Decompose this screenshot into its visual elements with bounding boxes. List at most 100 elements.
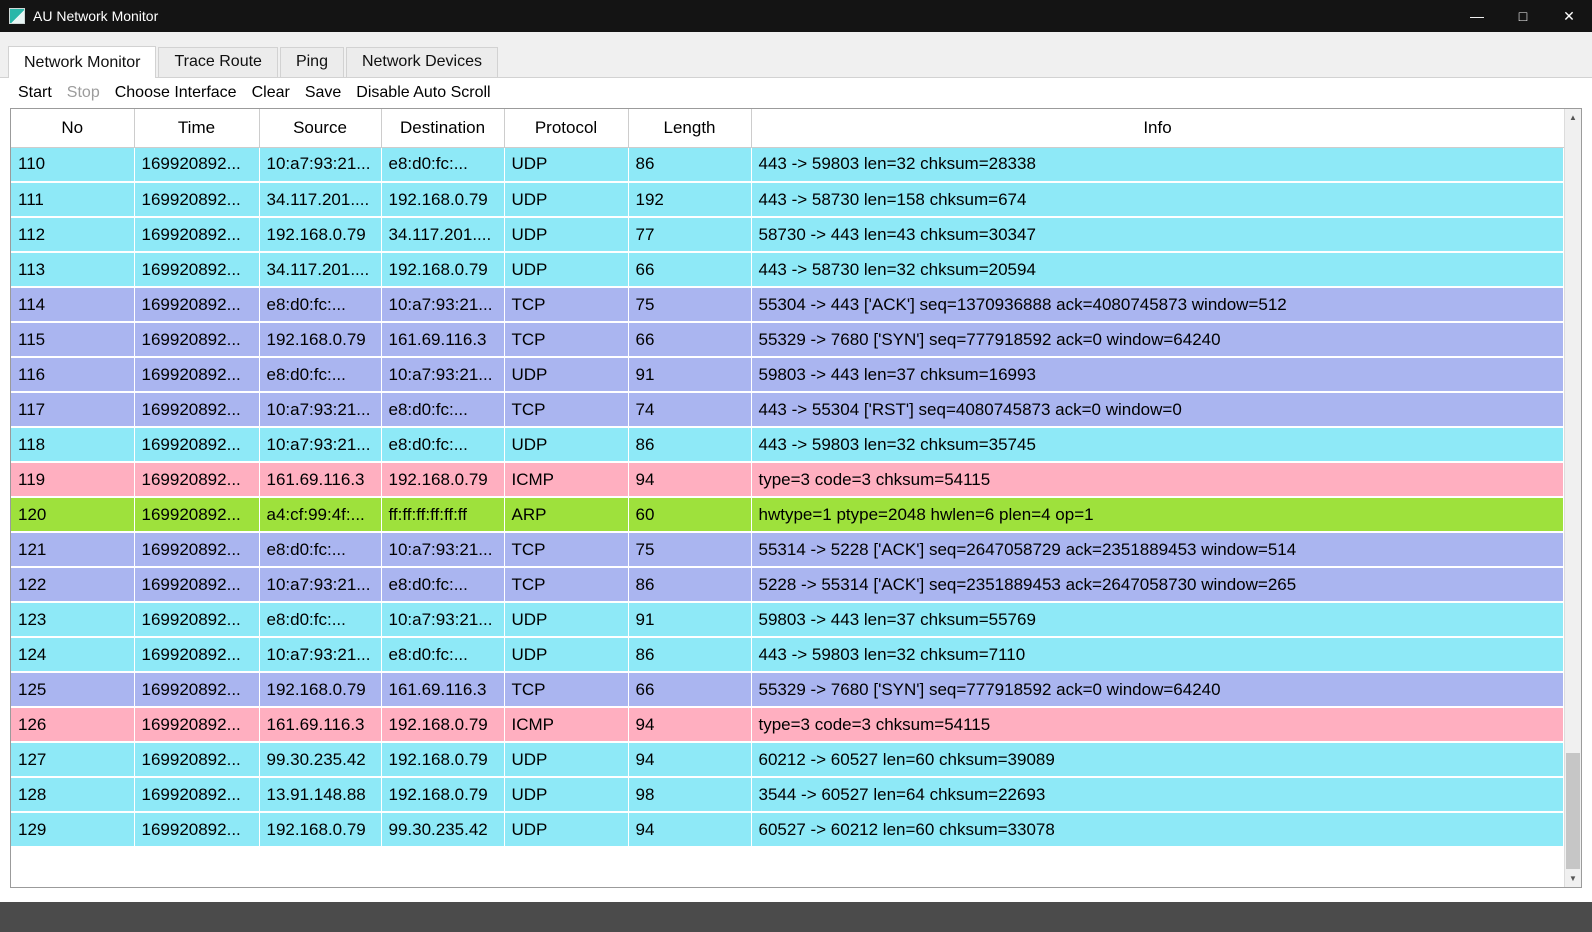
- cell-length: 94: [628, 462, 751, 497]
- cell-protocol: UDP: [504, 637, 628, 672]
- tab-network-monitor[interactable]: Network Monitor: [8, 46, 156, 78]
- disable-auto-scroll-button[interactable]: Disable Auto Scroll: [356, 84, 490, 102]
- cell-time: 169920892...: [134, 287, 259, 322]
- cell-time: 169920892...: [134, 462, 259, 497]
- cell-time: 169920892...: [134, 777, 259, 812]
- cell-destination: 192.168.0.79: [381, 707, 504, 742]
- cell-destination: e8:d0:fc:...: [381, 567, 504, 602]
- cell-no: 119: [11, 462, 134, 497]
- column-header-destination[interactable]: Destination: [381, 109, 504, 147]
- cell-length: 86: [628, 637, 751, 672]
- scrollbar-thumb[interactable]: [1566, 753, 1580, 869]
- packet-row[interactable]: 111169920892...34.117.201....192.168.0.7…: [11, 182, 1564, 217]
- cell-length: 91: [628, 602, 751, 637]
- close-button[interactable]: ✕: [1546, 0, 1592, 32]
- cell-destination: 10:a7:93:21...: [381, 287, 504, 322]
- cell-protocol: TCP: [504, 532, 628, 567]
- cell-destination: 192.168.0.79: [381, 742, 504, 777]
- cell-source: 192.168.0.79: [259, 812, 381, 847]
- column-header-no[interactable]: No: [11, 109, 134, 147]
- packet-row[interactable]: 118169920892...10:a7:93:21...e8:d0:fc:..…: [11, 427, 1564, 462]
- cell-protocol: TCP: [504, 392, 628, 427]
- cell-time: 169920892...: [134, 497, 259, 532]
- cell-protocol: UDP: [504, 147, 628, 182]
- app-icon: [9, 8, 25, 24]
- cell-time: 169920892...: [134, 637, 259, 672]
- cell-info: 55329 -> 7680 ['SYN'] seq=777918592 ack=…: [751, 322, 1564, 357]
- cell-info: 443 -> 59803 len=32 chksum=7110: [751, 637, 1564, 672]
- cell-source: 34.117.201....: [259, 252, 381, 287]
- tab-trace-route[interactable]: Trace Route: [158, 47, 277, 77]
- scroll-up-icon[interactable]: ▲: [1565, 109, 1581, 126]
- cell-protocol: UDP: [504, 602, 628, 637]
- cell-length: 98: [628, 777, 751, 812]
- packet-row[interactable]: 126169920892...161.69.116.3192.168.0.79I…: [11, 707, 1564, 742]
- cell-protocol: UDP: [504, 252, 628, 287]
- packet-row[interactable]: 122169920892...10:a7:93:21...e8:d0:fc:..…: [11, 567, 1564, 602]
- packet-row[interactable]: 113169920892...34.117.201....192.168.0.7…: [11, 252, 1564, 287]
- cell-no: 115: [11, 322, 134, 357]
- cell-source: 192.168.0.79: [259, 672, 381, 707]
- cell-no: 113: [11, 252, 134, 287]
- cell-source: 10:a7:93:21...: [259, 567, 381, 602]
- cell-destination: 10:a7:93:21...: [381, 532, 504, 567]
- cell-no: 117: [11, 392, 134, 427]
- packet-row[interactable]: 110169920892...10:a7:93:21...e8:d0:fc:..…: [11, 147, 1564, 182]
- packet-row[interactable]: 112169920892...192.168.0.7934.117.201...…: [11, 217, 1564, 252]
- column-header-length[interactable]: Length: [628, 109, 751, 147]
- column-header-info[interactable]: Info: [751, 109, 1564, 147]
- cell-no: 129: [11, 812, 134, 847]
- packet-row[interactable]: 124169920892...10:a7:93:21...e8:d0:fc:..…: [11, 637, 1564, 672]
- choose-interface-button[interactable]: Choose Interface: [115, 84, 237, 102]
- cell-destination: 99.30.235.42: [381, 812, 504, 847]
- packet-row[interactable]: 127169920892...99.30.235.42192.168.0.79U…: [11, 742, 1564, 777]
- minimize-button[interactable]: —: [1454, 0, 1500, 32]
- cell-length: 94: [628, 812, 751, 847]
- cell-source: e8:d0:fc:...: [259, 357, 381, 392]
- cell-time: 169920892...: [134, 742, 259, 777]
- packet-row[interactable]: 117169920892...10:a7:93:21...e8:d0:fc:..…: [11, 392, 1564, 427]
- toolbar: Start Stop Choose Interface Clear Save D…: [0, 78, 1592, 108]
- cell-source: 10:a7:93:21...: [259, 427, 381, 462]
- cell-destination: 192.168.0.79: [381, 462, 504, 497]
- tab-network-devices[interactable]: Network Devices: [346, 47, 498, 77]
- packet-row[interactable]: 125169920892...192.168.0.79161.69.116.3T…: [11, 672, 1564, 707]
- column-header-time[interactable]: Time: [134, 109, 259, 147]
- packet-row[interactable]: 123169920892...e8:d0:fc:...10:a7:93:21..…: [11, 602, 1564, 637]
- cell-destination: 192.168.0.79: [381, 777, 504, 812]
- app-window: AU Network Monitor — □ ✕ Network Monitor…: [0, 0, 1592, 932]
- cell-source: 34.117.201....: [259, 182, 381, 217]
- packet-row[interactable]: 119169920892...161.69.116.3192.168.0.79I…: [11, 462, 1564, 497]
- column-header-protocol[interactable]: Protocol: [504, 109, 628, 147]
- cell-length: 75: [628, 287, 751, 322]
- maximize-button[interactable]: □: [1500, 0, 1546, 32]
- packet-row[interactable]: 116169920892...e8:d0:fc:...10:a7:93:21..…: [11, 357, 1564, 392]
- packet-row[interactable]: 115169920892...192.168.0.79161.69.116.3T…: [11, 322, 1564, 357]
- vertical-scrollbar[interactable]: ▲ ▼: [1564, 109, 1581, 887]
- titlebar: AU Network Monitor — □ ✕: [0, 0, 1592, 32]
- cell-protocol: UDP: [504, 217, 628, 252]
- save-button[interactable]: Save: [305, 84, 341, 102]
- packet-row[interactable]: 120169920892...a4:cf:99:4f:...ff:ff:ff:f…: [11, 497, 1564, 532]
- cell-info: 55329 -> 7680 ['SYN'] seq=777918592 ack=…: [751, 672, 1564, 707]
- cell-info: 443 -> 59803 len=32 chksum=35745: [751, 427, 1564, 462]
- packet-row[interactable]: 129169920892...192.168.0.7999.30.235.42U…: [11, 812, 1564, 847]
- cell-length: 91: [628, 357, 751, 392]
- start-button[interactable]: Start: [18, 84, 52, 102]
- cell-destination: 192.168.0.79: [381, 182, 504, 217]
- packet-row[interactable]: 121169920892...e8:d0:fc:...10:a7:93:21..…: [11, 532, 1564, 567]
- cell-length: 66: [628, 672, 751, 707]
- scroll-down-icon[interactable]: ▼: [1565, 870, 1581, 887]
- cell-protocol: UDP: [504, 427, 628, 462]
- cell-destination: 10:a7:93:21...: [381, 602, 504, 637]
- cell-time: 169920892...: [134, 322, 259, 357]
- clear-button[interactable]: Clear: [252, 84, 290, 102]
- cell-info: type=3 code=3 chksum=54115: [751, 462, 1564, 497]
- packet-row[interactable]: 114169920892...e8:d0:fc:...10:a7:93:21..…: [11, 287, 1564, 322]
- cell-destination: ff:ff:ff:ff:ff:ff: [381, 497, 504, 532]
- column-header-source[interactable]: Source: [259, 109, 381, 147]
- cell-destination: 161.69.116.3: [381, 322, 504, 357]
- tab-ping[interactable]: Ping: [280, 47, 344, 77]
- packet-row[interactable]: 128169920892...13.91.148.88192.168.0.79U…: [11, 777, 1564, 812]
- cell-no: 121: [11, 532, 134, 567]
